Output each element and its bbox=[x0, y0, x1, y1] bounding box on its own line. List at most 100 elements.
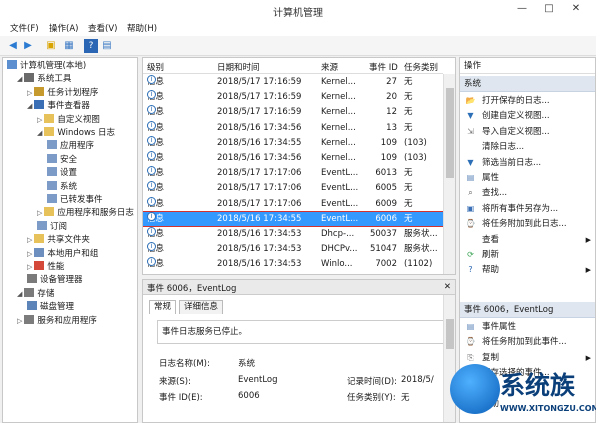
col-source[interactable]: 来源 bbox=[321, 61, 338, 73]
menu-file[interactable]: 文件(F) bbox=[10, 22, 39, 34]
tree-item[interactable]: ◢ 系统工具 bbox=[17, 73, 71, 86]
tree-item[interactable]: ▷ 自定义视图 bbox=[37, 113, 100, 127]
col-event-id[interactable]: 事件 ID bbox=[369, 61, 398, 73]
show-hide-action-icon[interactable]: ▤ bbox=[100, 39, 114, 53]
tab-general[interactable]: 常规 bbox=[149, 300, 177, 314]
event-row[interactable]: i 信息 2018/5/16 17:34:55 Kernel... 109 (103) bbox=[143, 135, 443, 151]
tree-item-label: 已转发事件 bbox=[60, 195, 103, 205]
tree-item-label: 磁盘管理 bbox=[40, 302, 75, 313]
find-icon: ⌕ bbox=[468, 188, 473, 198]
actions-group-system[interactable]: 系统 bbox=[460, 76, 595, 92]
help-icon[interactable]: ? bbox=[84, 39, 98, 53]
tree-item[interactable]: 系统 bbox=[47, 180, 77, 194]
action-item[interactable]: ▤ 事件属性 bbox=[460, 320, 595, 334]
expanded-arrow-icon[interactable]: ◢ bbox=[17, 75, 22, 83]
detail-scrollbar-thumb[interactable] bbox=[446, 319, 454, 349]
tree-item[interactable]: ▷ 应用程序和服务日志 bbox=[37, 207, 134, 220]
actions-group-event[interactable]: 事件 6006，EventLog bbox=[460, 302, 595, 318]
scrollbar-thumb[interactable] bbox=[446, 88, 454, 178]
menu-help[interactable]: 帮助(H) bbox=[127, 22, 157, 34]
action-item[interactable]: ⌚ 将任务附加到此日志... bbox=[460, 217, 595, 231]
collapsed-arrow-icon[interactable]: ▷ bbox=[27, 263, 32, 271]
event-source: EventL... bbox=[321, 213, 359, 224]
event-row[interactable]: i 信息 2018/5/16 17:34:56 Kernel... 109 (103) bbox=[143, 151, 443, 166]
event-level: i 信息 bbox=[147, 166, 164, 181]
computer-icon bbox=[7, 60, 17, 69]
collapsed-arrow-icon[interactable]: ▷ bbox=[27, 236, 32, 244]
action-item[interactable]: ⇲ 导入自定义视图... bbox=[460, 125, 595, 139]
tree-item[interactable]: 计算机管理(本地) bbox=[7, 60, 86, 73]
back-icon[interactable]: ◀ bbox=[6, 39, 20, 53]
event-list-scrollbar[interactable] bbox=[443, 74, 455, 274]
tree-item-label: 应用程序和服务日志 bbox=[57, 208, 134, 219]
toolbar: ◀ ▶ ▣ ▦ ? ▤ bbox=[0, 36, 596, 56]
collapsed-arrow-icon[interactable]: ▷ bbox=[27, 89, 32, 97]
expanded-arrow-icon[interactable]: ◢ bbox=[17, 290, 22, 298]
tree-item[interactable]: 应用程序 bbox=[47, 140, 94, 153]
action-item[interactable]: ⌕ 查找... bbox=[460, 186, 595, 200]
tree-item[interactable]: ▷ 服务和应用程序 bbox=[17, 314, 97, 328]
event-row[interactable]: i 信息 2018/5/16 17:34:53 Winlo... 7002 (1102) bbox=[143, 257, 443, 272]
window-title: 计算机管理 bbox=[273, 8, 323, 19]
up-folder-icon[interactable]: ▣ bbox=[44, 39, 58, 53]
minimize-button[interactable]: — bbox=[514, 2, 530, 16]
forward-icon[interactable]: ▶ bbox=[21, 39, 35, 53]
event-task-category: 服务状... bbox=[404, 244, 438, 255]
collapsed-arrow-icon[interactable]: ▷ bbox=[37, 116, 42, 124]
event-row[interactable]: i 信息 2018/5/17 17:17:06 EventL... 6013 无 bbox=[143, 166, 443, 181]
action-item[interactable]: ⟳ 刷新 bbox=[460, 248, 595, 262]
event-row[interactable]: i 信息 2018/5/17 17:16:59 Kernel... 27 无 bbox=[143, 75, 443, 90]
collapsed-arrow-icon[interactable]: ▷ bbox=[17, 317, 22, 325]
expanded-arrow-icon[interactable]: ◢ bbox=[27, 102, 32, 110]
tree-item[interactable]: ▷ 共享文件夹 bbox=[27, 234, 90, 247]
tree-item[interactable]: 安全 bbox=[47, 153, 77, 167]
event-row[interactable]: i 信息 2018/5/17 17:17:06 EventL... 6005 无 bbox=[143, 181, 443, 196]
tree-item[interactable]: 订阅 bbox=[37, 220, 67, 234]
collapsed-arrow-icon[interactable]: ▷ bbox=[27, 250, 32, 258]
tree-item[interactable]: 已转发事件 bbox=[47, 194, 103, 207]
close-button[interactable]: ✕ bbox=[568, 2, 584, 16]
action-item[interactable]: ▣ 将所有事件另存为... bbox=[460, 202, 595, 216]
action-item[interactable]: ▼ 筛选当前日志... bbox=[460, 156, 595, 170]
action-item[interactable]: 清除日志... bbox=[460, 140, 595, 154]
event-row[interactable]: i 信息 2018/5/16 17:34:56 Kernel... 13 无 bbox=[143, 120, 443, 136]
event-row[interactable]: i 信息 2018/5/16 17:34:53 DHCPv... 51047 服务状... bbox=[143, 242, 443, 257]
tree-item-label: Windows 日志 bbox=[57, 128, 116, 138]
action-item[interactable]: ? 帮助 ▶ bbox=[460, 263, 595, 277]
tree-item[interactable]: 设备管理器 bbox=[27, 274, 83, 287]
col-datetime[interactable]: 日期和时间 bbox=[217, 61, 260, 73]
tree-item[interactable]: ◢ 事件查看器 bbox=[27, 100, 90, 113]
col-task-category[interactable]: 任务类别 bbox=[404, 61, 438, 73]
tree-item[interactable]: ◢ 存储 bbox=[17, 287, 54, 301]
action-item[interactable]: ▼ 创建自定义视图... bbox=[460, 109, 595, 123]
event-row[interactable]: i 信息 2018/5/17 17:16:59 Kernel... 20 无 bbox=[143, 90, 443, 105]
tree-item[interactable]: 磁盘管理 bbox=[27, 301, 74, 314]
detail-close-icon[interactable]: ✕ bbox=[444, 282, 451, 292]
expanded-arrow-icon[interactable]: ◢ bbox=[37, 129, 42, 137]
tree-item[interactable]: ▷ 任务计划程序 bbox=[27, 86, 98, 100]
event-datetime: 2018/5/16 17:34:56 bbox=[217, 122, 302, 133]
menu-bar: 文件(F) 操作(A) 查看(V) 帮助(H) bbox=[0, 20, 596, 36]
action-item[interactable]: 📂 打开保存的日志... bbox=[460, 94, 595, 108]
tab-details[interactable]: 详细信息 bbox=[179, 300, 224, 314]
tree-item[interactable]: 设置 bbox=[47, 167, 77, 180]
collapsed-arrow-icon[interactable]: ▷ bbox=[37, 209, 42, 217]
submenu-arrow-icon: ▶ bbox=[585, 266, 591, 275]
action-item[interactable]: ⌚ 将任务附加到此事件... bbox=[460, 335, 595, 349]
maximize-button[interactable]: □ bbox=[541, 2, 557, 16]
event-row[interactable]: i 信息 2018/5/16 17:34:55 EventL... 6006 无 bbox=[143, 210, 444, 228]
event-row[interactable]: i 信息 2018/5/17 17:17:06 EventL... 6009 无 bbox=[143, 196, 443, 212]
menu-action[interactable]: 操作(A) bbox=[49, 22, 78, 34]
event-row[interactable]: i 信息 2018/5/17 17:16:59 Kernel... 12 无 bbox=[143, 105, 443, 120]
show-hide-tree-icon[interactable]: ▦ bbox=[62, 39, 76, 53]
log-icon bbox=[47, 153, 57, 163]
tree-item[interactable]: ◢ Windows 日志 bbox=[37, 127, 115, 140]
menu-view[interactable]: 查看(V) bbox=[88, 22, 117, 34]
tree-item[interactable]: ▷ 本地用户和组 bbox=[27, 247, 98, 261]
filter-icon: ▼ bbox=[467, 111, 474, 121]
action-item[interactable]: 查看 ▶ bbox=[460, 233, 595, 247]
tree-item[interactable]: ▷ 性能 bbox=[27, 261, 64, 274]
action-item[interactable]: ▤ 属性 bbox=[460, 171, 595, 185]
col-level[interactable]: 级别 bbox=[147, 61, 164, 73]
event-row[interactable]: i 信息 2018/5/16 17:34:53 Dhcp-... 50037 服务状... bbox=[143, 227, 443, 242]
